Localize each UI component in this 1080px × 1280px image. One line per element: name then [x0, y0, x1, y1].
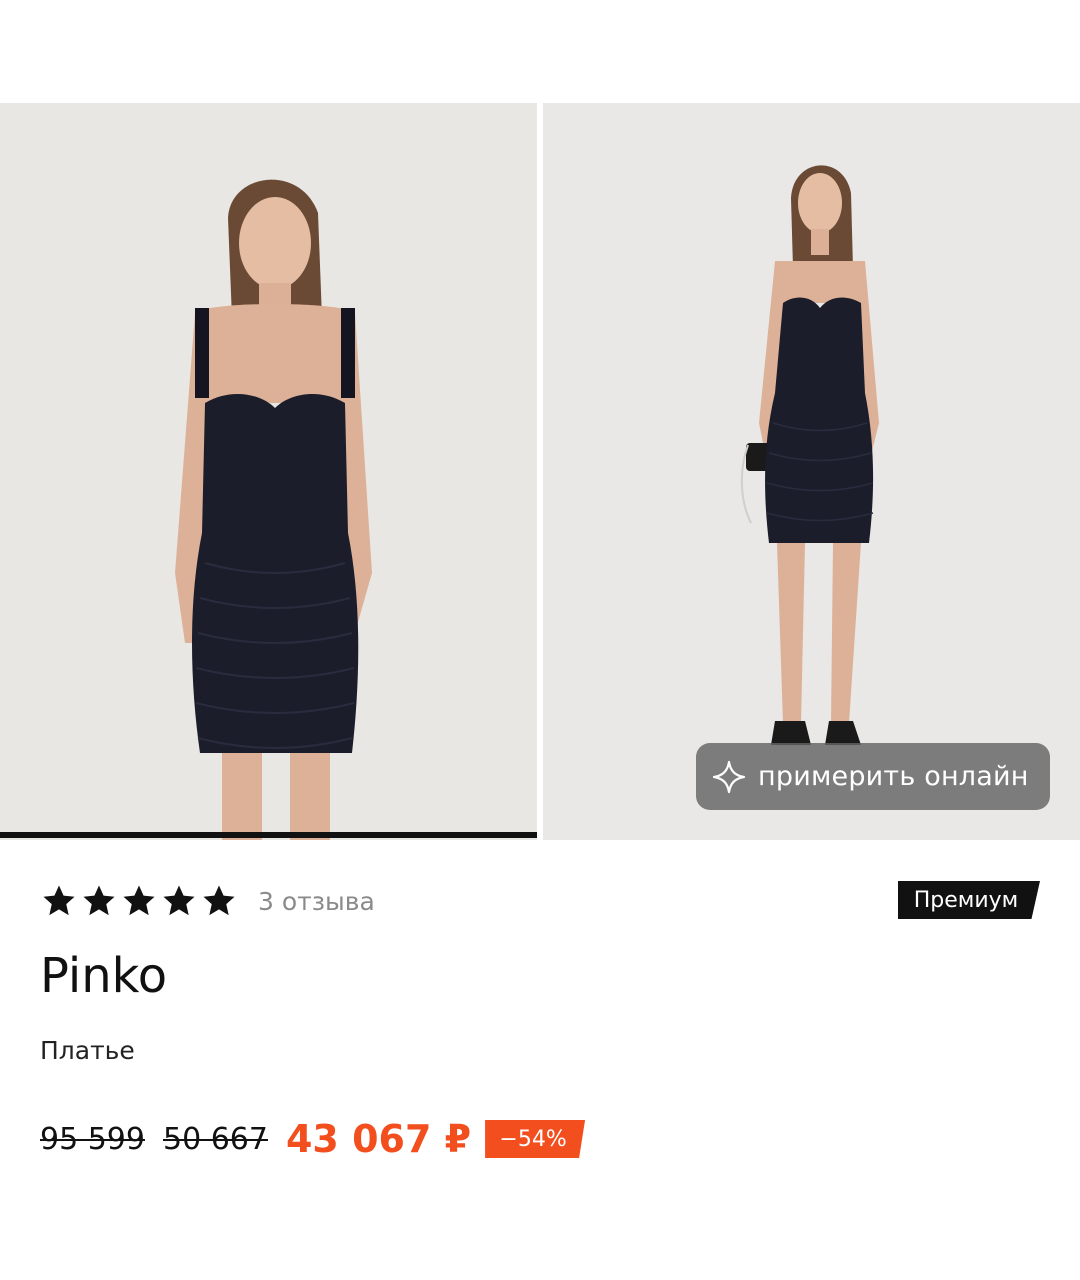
model-front-illustration [0, 103, 537, 840]
premium-badge: Премиум [898, 881, 1040, 919]
try-on-label: примерить онлайн [758, 761, 1029, 792]
price-row: 95 599 50 667 43 067 ₽ −54% [40, 1114, 586, 1164]
star-icon [43, 885, 75, 916]
try-on-online-button[interactable]: примерить онлайн [696, 743, 1050, 810]
star-icon [203, 885, 235, 916]
gallery-progress-indicator [0, 832, 537, 838]
product-type: Платье [40, 1036, 135, 1065]
product-page: примерить онлайн 3 отзыва Премиум Pinko … [0, 0, 1080, 1280]
old-price-original: 95 599 [40, 1121, 145, 1157]
image-gallery[interactable] [0, 103, 1080, 840]
star-icon [163, 885, 195, 916]
rating-row[interactable]: 3 отзыва [40, 876, 375, 926]
brand-name[interactable]: Pinko [40, 948, 167, 1004]
star-icon [83, 885, 115, 916]
current-price: 43 067 ₽ [285, 1117, 472, 1161]
product-photo-front[interactable] [0, 103, 537, 840]
rating-stars [40, 882, 238, 920]
product-photo-full[interactable] [543, 103, 1080, 840]
discount-badge: −54% [485, 1120, 586, 1158]
old-price-previous: 50 667 [162, 1121, 268, 1157]
star-icon [123, 885, 155, 916]
reviews-link[interactable]: 3 отзыва [258, 887, 375, 916]
model-full-illustration [543, 103, 1080, 840]
sparkle-icon [710, 758, 748, 796]
